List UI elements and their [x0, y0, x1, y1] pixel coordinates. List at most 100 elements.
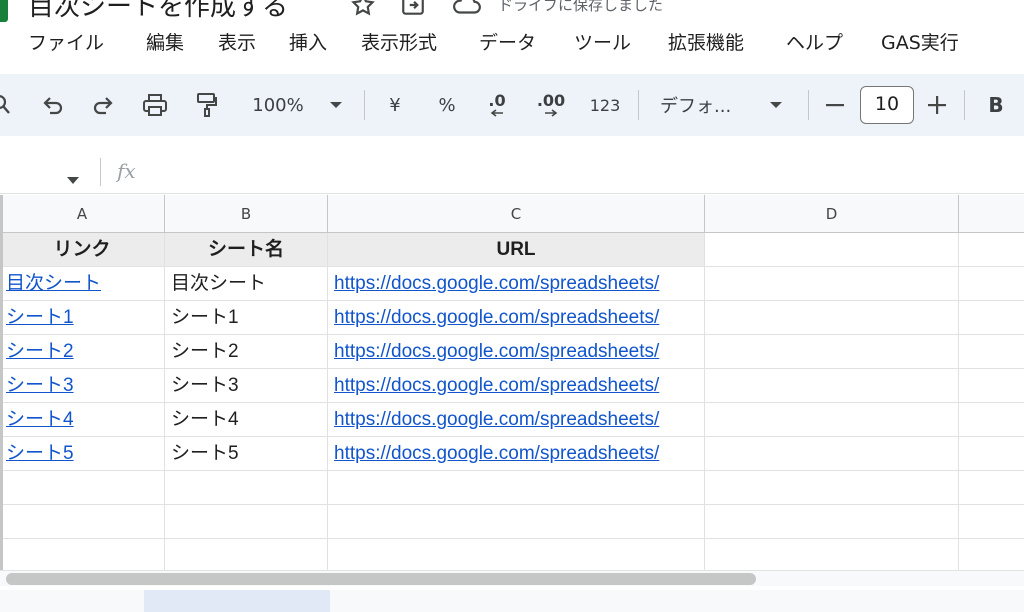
- menu-help[interactable]: ヘルプ: [786, 28, 843, 55]
- table-row: [0, 539, 1024, 573]
- column-header-a[interactable]: A: [0, 195, 165, 233]
- percent-format-button[interactable]: %: [434, 90, 460, 120]
- cell-b1[interactable]: シート名: [165, 233, 328, 267]
- cell-c8[interactable]: [328, 471, 705, 505]
- cell-b10[interactable]: [165, 539, 328, 573]
- menu-view[interactable]: 表示: [218, 28, 256, 55]
- menu-insert[interactable]: 挿入: [289, 28, 327, 55]
- menu-file[interactable]: ファイル: [28, 28, 104, 55]
- menu-format[interactable]: 表示形式: [361, 28, 437, 55]
- cell-d2[interactable]: [705, 267, 959, 301]
- cell-d3[interactable]: [705, 301, 959, 335]
- zoom-value: 100%: [252, 94, 304, 116]
- menu-tools[interactable]: ツール: [574, 28, 631, 55]
- redo-icon[interactable]: [90, 90, 116, 120]
- cell-b6[interactable]: シート4: [165, 403, 328, 437]
- cell-e4[interactable]: [959, 335, 1024, 369]
- search-menus-icon[interactable]: [0, 90, 14, 120]
- paint-format-icon[interactable]: [192, 90, 222, 120]
- menu-gas-run[interactable]: GAS実行: [881, 28, 959, 55]
- cell-c2[interactable]: https://docs.google.com/spreadsheets/: [328, 267, 705, 301]
- cell-a5[interactable]: シート3: [0, 369, 165, 403]
- increase-decimal-button[interactable]: .00: [532, 90, 570, 120]
- cell-b8[interactable]: [165, 471, 328, 505]
- cell-e3[interactable]: [959, 301, 1024, 335]
- arrow-right-icon: [545, 109, 558, 117]
- column-header-c[interactable]: C: [328, 195, 705, 233]
- cell-a6[interactable]: シート4: [0, 403, 165, 437]
- cell-b7[interactable]: シート5: [165, 437, 328, 471]
- decrease-font-size-icon[interactable]: [824, 90, 846, 120]
- cell-a10[interactable]: [0, 539, 165, 573]
- column-header-d[interactable]: D: [705, 195, 959, 233]
- cell-a9[interactable]: [0, 505, 165, 539]
- cell-d6[interactable]: [705, 403, 959, 437]
- title-bar: 目次シートを作成する ドライブに保存しました: [0, 0, 1024, 24]
- cell-c4[interactable]: https://docs.google.com/spreadsheets/: [328, 335, 705, 369]
- cell-e1[interactable]: [959, 233, 1024, 267]
- print-icon[interactable]: [140, 90, 170, 120]
- table-row: シート3 シート3 https://docs.google.com/spread…: [0, 369, 1024, 403]
- menu-data[interactable]: データ: [479, 28, 536, 55]
- cell-a1[interactable]: リンク: [0, 233, 165, 267]
- cell-b2[interactable]: 目次シート: [165, 267, 328, 301]
- font-size-input[interactable]: 10: [860, 86, 914, 124]
- sheets-logo-icon[interactable]: [0, 0, 8, 22]
- cell-b3[interactable]: シート1: [165, 301, 328, 335]
- spreadsheet-grid[interactable]: A B C D リンク シート名 URL 目次シート 目次シート https:/…: [0, 195, 1024, 573]
- font-dropdown-icon[interactable]: [766, 90, 786, 120]
- menu-edit[interactable]: 編集: [146, 28, 184, 55]
- table-row: 目次シート 目次シート https://docs.google.com/spre…: [0, 267, 1024, 301]
- zoom-dropdown-icon[interactable]: [326, 90, 346, 120]
- zoom-select[interactable]: 100%: [246, 90, 310, 120]
- cell-d7[interactable]: [705, 437, 959, 471]
- currency-format-button[interactable]: ¥: [384, 90, 406, 120]
- cell-a2[interactable]: 目次シート: [0, 267, 165, 301]
- cell-e5[interactable]: [959, 369, 1024, 403]
- cell-c7[interactable]: https://docs.google.com/spreadsheets/: [328, 437, 705, 471]
- cell-d10[interactable]: [705, 539, 959, 573]
- cell-e7[interactable]: [959, 437, 1024, 471]
- active-sheet-tab[interactable]: [144, 590, 330, 612]
- table-row: シート5 シート5 https://docs.google.com/spread…: [0, 437, 1024, 471]
- undo-icon[interactable]: [40, 90, 66, 120]
- cell-d5[interactable]: [705, 369, 959, 403]
- column-header-e[interactable]: [959, 195, 1024, 233]
- cell-e10[interactable]: [959, 539, 1024, 573]
- cell-d1[interactable]: [705, 233, 959, 267]
- name-box-dropdown-icon[interactable]: [67, 169, 79, 188]
- cell-d4[interactable]: [705, 335, 959, 369]
- cell-c10[interactable]: [328, 539, 705, 573]
- cell-b4[interactable]: シート2: [165, 335, 328, 369]
- cell-c1[interactable]: URL: [328, 233, 705, 267]
- cell-a7[interactable]: シート5: [0, 437, 165, 471]
- font-select[interactable]: デフォ...: [660, 90, 756, 120]
- cell-a3[interactable]: シート1: [0, 301, 165, 335]
- column-header-b[interactable]: B: [165, 195, 328, 233]
- horizontal-scrollbar-thumb[interactable]: [6, 573, 756, 585]
- cell-c6[interactable]: https://docs.google.com/spreadsheets/: [328, 403, 705, 437]
- cell-c9[interactable]: [328, 505, 705, 539]
- cell-a4[interactable]: シート2: [0, 335, 165, 369]
- decrease-decimal-button[interactable]: .0: [480, 90, 514, 120]
- cell-c3[interactable]: https://docs.google.com/spreadsheets/: [328, 301, 705, 335]
- star-icon[interactable]: [350, 0, 376, 18]
- cell-e2[interactable]: [959, 267, 1024, 301]
- cell-a8[interactable]: [0, 471, 165, 505]
- cell-e9[interactable]: [959, 505, 1024, 539]
- bold-button[interactable]: B: [984, 90, 1008, 120]
- menu-extensions[interactable]: 拡張機能: [668, 28, 744, 55]
- cloud-saved-icon[interactable]: [452, 0, 481, 18]
- document-title[interactable]: 目次シートを作成する: [28, 0, 288, 23]
- cell-d8[interactable]: [705, 471, 959, 505]
- cell-b9[interactable]: [165, 505, 328, 539]
- cell-b5[interactable]: シート3: [165, 369, 328, 403]
- cell-d9[interactable]: [705, 505, 959, 539]
- decrease-decimal-label: .0: [488, 91, 506, 110]
- cell-c5[interactable]: https://docs.google.com/spreadsheets/: [328, 369, 705, 403]
- cell-e6[interactable]: [959, 403, 1024, 437]
- more-formats-button[interactable]: 123: [586, 90, 624, 120]
- cell-e8[interactable]: [959, 471, 1024, 505]
- increase-font-size-icon[interactable]: [926, 90, 948, 120]
- move-to-folder-icon[interactable]: [400, 0, 426, 18]
